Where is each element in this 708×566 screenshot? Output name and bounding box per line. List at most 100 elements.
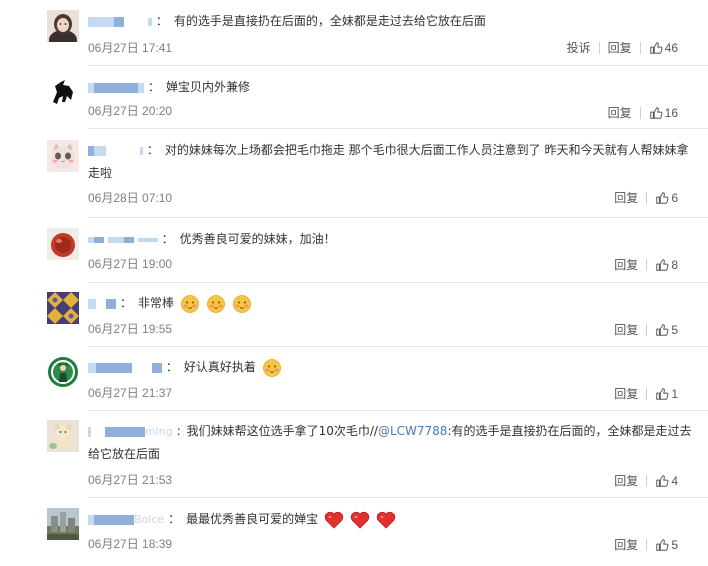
username[interactable] [88,11,152,33]
user-avatar[interactable] [47,76,79,108]
divider [639,41,641,54]
report-button[interactable]: 投诉 [567,39,591,56]
girl-photo-icon [47,10,79,42]
divider [598,41,600,54]
comment-item: ming : 我们妹妹帮这位选手拿了10次毛巾//@LCW7788:有的选手是直接… [0,411,708,498]
username[interactable]: ming [88,420,173,443]
user-avatar[interactable] [47,10,79,42]
mention-link[interactable]: @LCW7788 [378,424,447,438]
reply-button[interactable]: 回复 [614,472,638,489]
username[interactable] [88,229,158,251]
thumbs-up-icon [656,323,669,336]
comment-text: 有的选手是直接扔在后面的，全妹都是走过去给它放在后面 [173,14,486,28]
pattern-icon [47,292,79,324]
like-button[interactable]: 5 [655,538,678,552]
heart-icon [324,511,344,529]
divider [646,474,648,487]
comment-actions: 回复 5 [614,536,678,553]
like-button[interactable]: 6 [655,191,678,205]
like-count: 5 [671,322,678,337]
comment-time: 06月27日 20:20 [88,104,173,118]
reply-button[interactable]: 回复 [608,104,632,121]
blushing-emoji-icon [206,294,226,314]
comment-time: 06月27日 21:37 [88,386,173,400]
comment-actions: 回复 16 [608,104,678,121]
red-drink-icon [47,228,79,260]
user-avatar[interactable] [47,292,79,324]
blushing-emoji-icon [262,358,282,378]
horse-logo-icon [47,76,79,108]
comment-actions: 回复 8 [614,256,678,273]
like-count: 46 [664,40,678,55]
reply-button[interactable]: 回复 [614,536,638,553]
reply-button[interactable]: 回复 [614,385,638,402]
user-avatar[interactable] [47,356,79,388]
thumbs-up-icon [656,538,669,551]
like-button[interactable]: 16 [649,106,678,120]
divider [639,106,641,119]
thumbs-up-icon [656,474,669,487]
username[interactable] [88,357,162,379]
username-fragment: ming [144,425,173,438]
heart-icon [376,511,396,529]
comment-time: 06月27日 19:55 [88,322,173,336]
comment-time: 06月27日 21:53 [88,473,173,487]
like-button[interactable]: 5 [655,323,678,337]
comment-actions: 回复 4 [614,472,678,489]
username[interactable]: Bolce [88,508,164,531]
username[interactable] [88,140,143,162]
comment-time: 06月28日 07:10 [88,191,173,205]
reply-button[interactable]: 回复 [614,189,638,206]
blushing-emoji-icon [180,294,200,314]
username[interactable] [88,293,116,315]
comment-time: 06月27日 19:00 [88,257,173,271]
comment-item: ：对的妹妹每次上场都会把毛巾拖走 那个毛巾很大后面工作人员注意到了 昨天和今天就… [0,129,708,218]
like-button[interactable]: 8 [655,258,678,272]
comment-actions: 投诉 回复 46 [567,39,678,56]
plush-toy-icon [47,420,79,452]
username-fragment: Bolce [134,513,165,526]
city-photo-icon [47,508,79,540]
user-avatar[interactable] [47,508,79,540]
thumbs-up-icon [649,41,663,54]
blushing-emoji-icon [232,294,252,314]
comment-text: 我们妹妹帮这位选手拿了10次毛巾// [186,424,378,438]
like-button[interactable]: 1 [655,387,678,401]
cat-face-icon [47,140,79,172]
celtics-logo-icon [47,356,79,388]
divider [646,387,648,400]
reply-button[interactable]: 回复 [614,321,638,338]
reply-button[interactable]: 回复 [614,256,638,273]
thumbs-up-icon [656,258,669,271]
divider [646,538,648,551]
like-button[interactable]: 4 [655,474,678,488]
thumbs-up-icon [656,191,669,204]
thumbs-up-icon [656,387,669,400]
divider [646,191,648,204]
comment-text: 婵宝贝内外兼修 [166,80,251,94]
comment-text: 对的妹妹每次上场都会把毛巾拖走 那个毛巾很大后面工作人员注意到了 昨天和今天就有… [88,143,689,180]
user-avatar[interactable] [47,140,79,172]
thumbs-up-icon [649,106,663,119]
user-avatar[interactable] [47,228,79,260]
comment-item: ：优秀善良可爱的妹妹，加油！ 06月27日 19:00 回复 8 [0,218,708,283]
user-avatar[interactable] [47,420,79,452]
comment-text: 好认真好执着 [183,360,256,374]
comment-item: ：有的选手是直接扔在后面的，全妹都是走过去给它放在后面 06月27日 17:41… [0,0,708,66]
username[interactable] [88,77,144,99]
like-count: 5 [671,537,678,552]
comment-text: 非常棒 [138,296,175,310]
comment-time: 06月27日 17:41 [88,41,173,55]
comment-actions: 回复 1 [614,385,678,402]
comment-item: Bolce ：最最优秀善良可爱的婵宝 06月27日 18:39 回复 5 [0,498,708,566]
comment-text: 优秀善良可爱的妹妹，加油！ [179,232,336,246]
reply-button[interactable]: 回复 [608,39,632,56]
comment-time: 06月27日 18:39 [88,537,173,551]
divider [646,258,648,271]
comment-text: 最最优秀善良可爱的婵宝 [186,512,319,526]
like-button[interactable]: 46 [649,41,678,55]
comment-item: ：婵宝贝内外兼修 06月27日 20:20 回复 16 [0,66,708,129]
like-count: 16 [664,105,678,120]
like-count: 1 [671,386,678,401]
like-count: 6 [671,190,678,205]
